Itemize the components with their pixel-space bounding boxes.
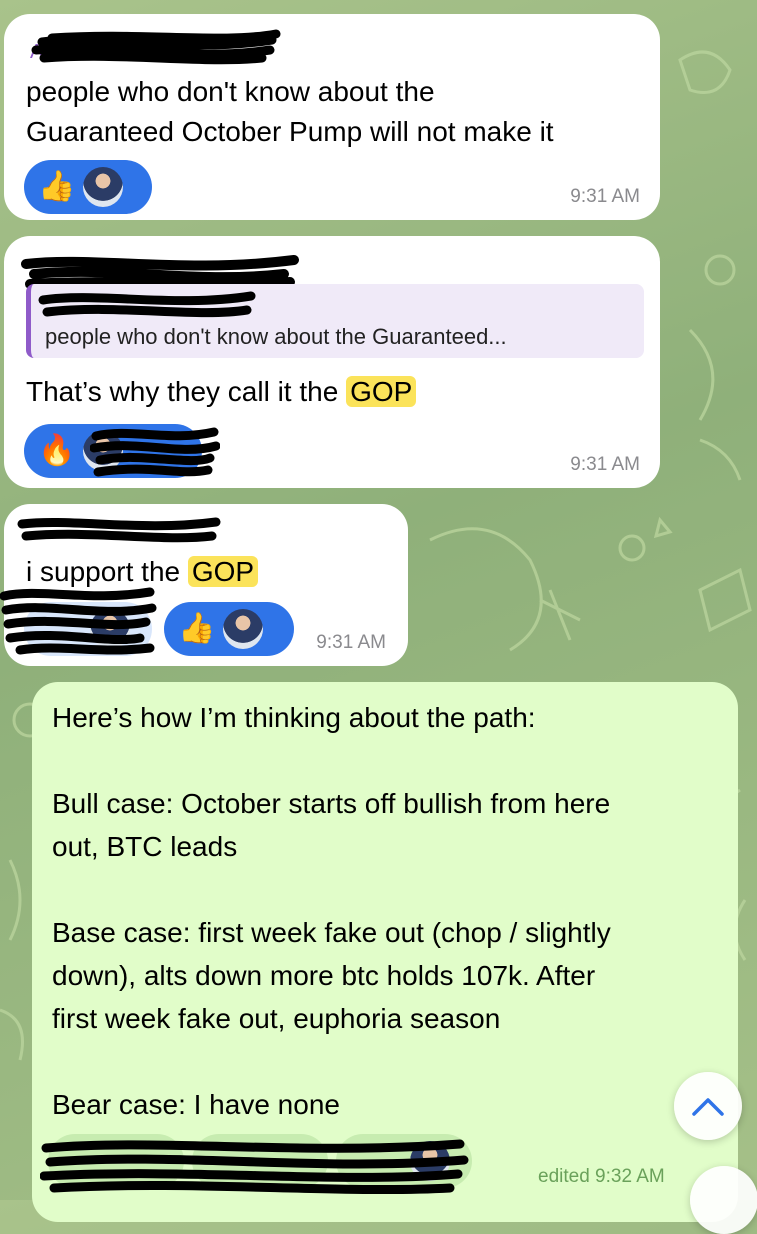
sender-name-redacted — [17, 517, 221, 543]
reaction-other[interactable] — [24, 602, 152, 656]
avatar — [410, 1141, 450, 1181]
thumbs-up-icon: 👍 — [38, 169, 76, 204]
scroll-button-partial[interactable] — [690, 1166, 757, 1234]
message-time: 9:31 AM — [316, 632, 386, 653]
reaction-thumbs-up[interactable]: 👍 — [24, 160, 152, 214]
reaction-2[interactable] — [192, 1134, 328, 1188]
avatar — [90, 609, 130, 649]
scroll-to-bottom-button[interactable] — [674, 1072, 742, 1140]
highlighted-term[interactable]: GOP — [187, 556, 259, 587]
chevron-up-icon — [692, 1098, 724, 1116]
reply-quote[interactable]: people who don't know about the Guarante… — [26, 284, 644, 358]
avatar — [83, 431, 124, 471]
reaction-thumbs-up[interactable]: 👍 — [164, 602, 294, 656]
quote-author-redacted — [38, 291, 256, 318]
reaction-1[interactable] — [48, 1134, 184, 1188]
avatar — [223, 609, 264, 649]
message-time: 9:31 AM — [570, 454, 640, 475]
highlighted-term[interactable]: GOP — [346, 376, 417, 407]
message-text: That’s why they call it the GOP — [26, 372, 417, 412]
message-text: Here’s how I’m thinking about the path: … — [52, 702, 611, 1120]
message-time: edited 9:32 AM — [538, 1166, 665, 1187]
message-bubble-2[interactable]: people who don't know about the Guarante… — [4, 236, 660, 488]
fire-icon: 🔥 — [38, 433, 76, 468]
message-bubble-3[interactable]: i support the GOP 👍 9:31 AM — [4, 504, 408, 666]
message-time: 9:31 AM — [570, 186, 640, 207]
avatar — [83, 167, 124, 207]
thumbs-up-icon: 👍 — [178, 611, 216, 646]
reaction-fire[interactable]: 🔥 — [24, 424, 202, 478]
quoted-text: people who don't know about the Guarante… — [45, 324, 507, 349]
message-bubble-4[interactable]: Here’s how I’m thinking about the path: … — [32, 682, 738, 1222]
message-text: people who don't know about the Guarante… — [26, 76, 554, 147]
sender-name-redacted: Al — [30, 29, 281, 65]
reaction-3[interactable] — [336, 1134, 472, 1188]
message-bubble-1[interactable]: Al people who don't know about the Guara… — [4, 14, 660, 220]
message-text: i support the GOP — [26, 552, 259, 592]
